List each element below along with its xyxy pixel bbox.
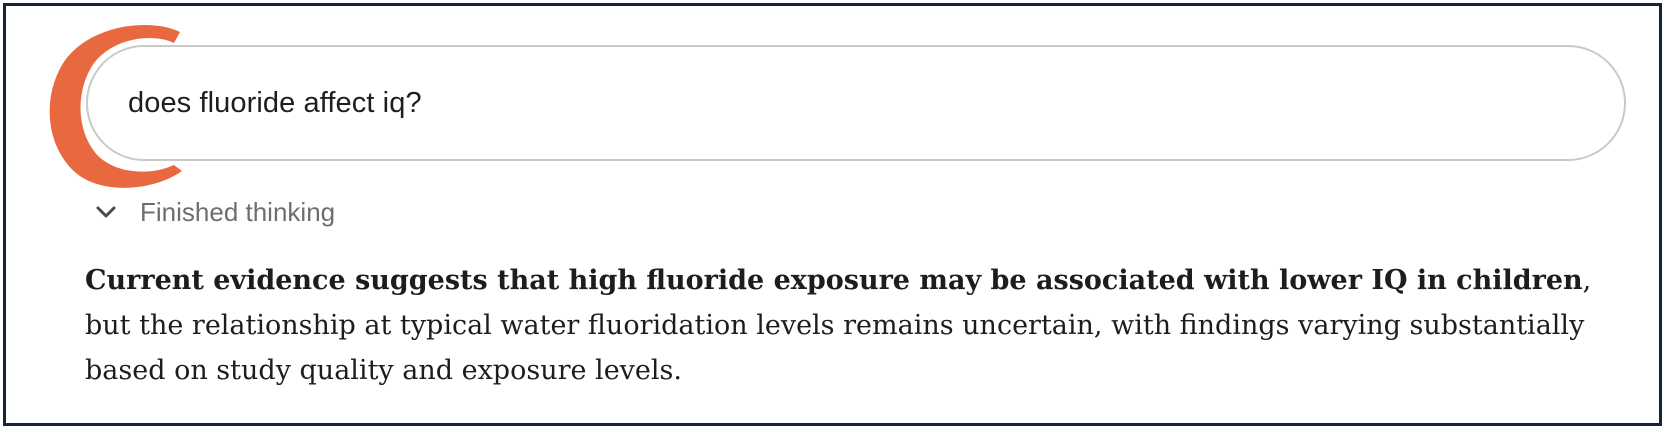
answer-bold-lead: Current evidence suggests that high fluo…	[85, 265, 1583, 296]
chat-window: does fluoride affect iq? Finished thinki…	[3, 3, 1662, 426]
thinking-toggle[interactable]: Finished thinking	[94, 194, 335, 230]
thinking-status-label: Finished thinking	[140, 196, 336, 227]
chevron-down-icon	[96, 206, 116, 218]
user-query-text: does fluoride affect iq?	[128, 86, 422, 119]
user-query-bubble: does fluoride affect iq?	[86, 45, 1626, 161]
assistant-answer: Current evidence suggests that high fluo…	[85, 258, 1625, 393]
